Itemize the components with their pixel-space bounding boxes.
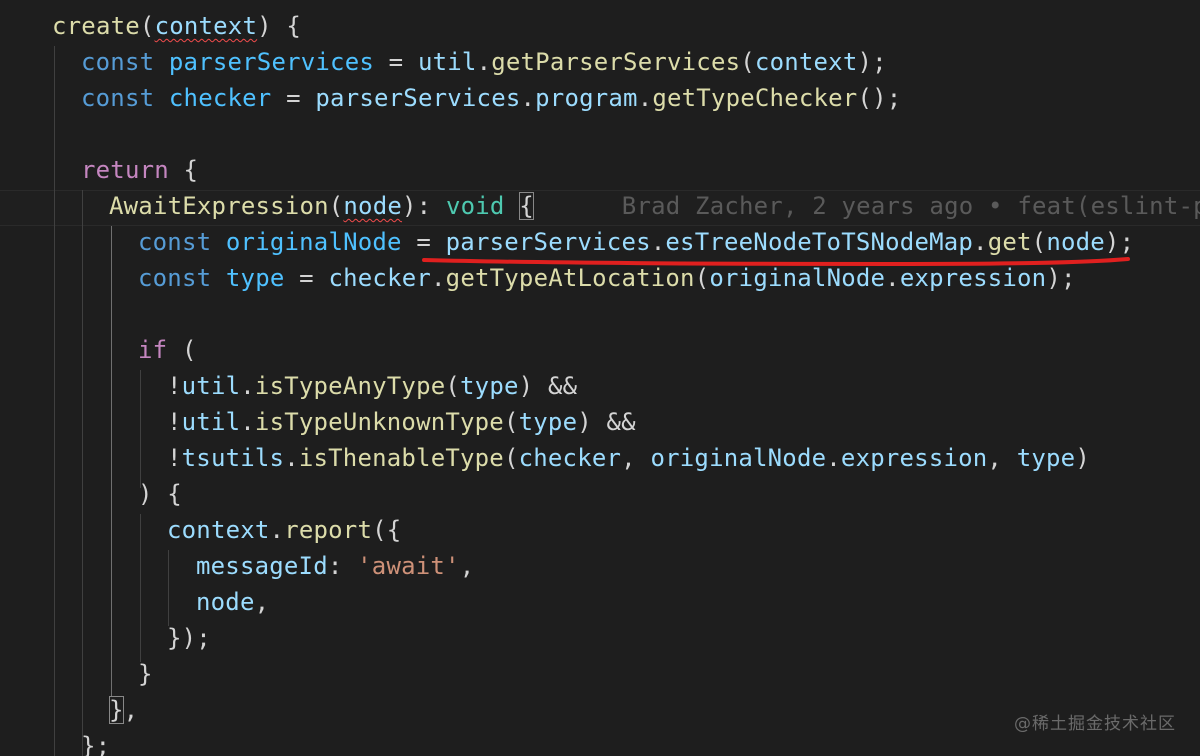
code-line-8[interactable]: const type = checker.getTypeAtLocation(o… (138, 260, 1076, 296)
token-param-error[interactable]: node (343, 192, 402, 220)
code-line-14[interactable]: ) { (138, 476, 182, 512)
token-variable: util (181, 408, 241, 436)
code-editor[interactable]: create(context) { const parserServices =… (0, 0, 1200, 756)
token-property: node (196, 588, 255, 616)
token-keyword: const (81, 84, 155, 112)
token-property: expression (899, 264, 1047, 292)
token-variable: parserServices (315, 84, 521, 112)
token-variable: originalNode (225, 228, 402, 256)
code-line-1[interactable]: create(context) { (52, 8, 301, 44)
token-variable: context (167, 516, 270, 544)
token-keyword-control: return (81, 156, 169, 184)
code-line-6[interactable]: AwaitExpression(node): void { Brad Zache… (109, 188, 1200, 224)
token-property: expression (840, 444, 988, 472)
indent-guide-active (111, 226, 112, 696)
code-line-18[interactable]: }); (167, 620, 211, 656)
token-function: get (987, 228, 1032, 256)
code-line-19[interactable]: } (138, 656, 153, 692)
code-line-12[interactable]: !util.isTypeUnknownType(type) && (167, 404, 636, 440)
code-line-13[interactable]: !tsutils.isThenableType(checker, origina… (167, 440, 1090, 476)
token-variable: checker (168, 84, 272, 112)
token-variable: parserServices (168, 48, 374, 76)
token-param-error[interactable]: context (155, 12, 258, 40)
code-line-10[interactable]: if ( (138, 332, 197, 368)
code-line-17[interactable]: node, (196, 584, 269, 620)
watermark: @稀土掘金技术社区 (1014, 714, 1176, 734)
token-variable: checker (328, 264, 432, 292)
code-line-5[interactable]: return { (81, 152, 198, 188)
token-variable: node (1046, 228, 1105, 256)
token-function: isTypeAnyType (254, 372, 446, 400)
token-keyword: const (138, 264, 212, 292)
token-property: program (535, 84, 638, 112)
token-variable: parserServices (445, 228, 651, 256)
token-variable: type (225, 264, 285, 292)
token-variable: type (460, 372, 519, 400)
code-line-21[interactable]: }; (81, 728, 110, 756)
bracket-match: { (519, 192, 534, 220)
bracket-match: } (109, 696, 124, 724)
code-line-15[interactable]: context.report({ (167, 512, 401, 548)
indent-guide (82, 190, 83, 756)
token-variable: type (1016, 444, 1076, 472)
code-line-3[interactable]: const checker = parserServices.program.g… (81, 80, 901, 116)
token-variable: util (417, 48, 477, 76)
token-property: messageId (196, 552, 328, 580)
code-line-11[interactable]: !util.isTypeAnyType(type) && (167, 368, 577, 404)
token-variable: originalNode (650, 444, 827, 472)
token-variable: type (518, 408, 578, 436)
indent-guide (168, 550, 169, 626)
indent-guide (140, 370, 141, 488)
token-keyword: const (138, 228, 212, 256)
token-function: AwaitExpression (109, 192, 329, 220)
code-line-2[interactable]: const parserServices = util.getParserSer… (81, 44, 887, 80)
token-function: getTypeAtLocation (445, 264, 695, 292)
token-type: void (445, 192, 505, 220)
indent-guide (140, 514, 141, 662)
token-variable: context (754, 48, 858, 76)
token-function: create (52, 12, 140, 40)
code-line-7[interactable]: const originalNode = parserServices.esTr… (138, 224, 1134, 260)
indent-guide (54, 46, 55, 756)
token-function: isTypeUnknownType (254, 408, 504, 436)
token-function: getTypeChecker (652, 84, 858, 112)
token-function: getParserServices (491, 48, 741, 76)
token-keyword-control: if (138, 336, 168, 364)
token-string: 'await' (357, 552, 460, 580)
token-variable: tsutils (181, 444, 285, 472)
token-variable: checker (518, 444, 622, 472)
code-line-16[interactable]: messageId: 'await', (196, 548, 474, 584)
token-variable: originalNode (709, 264, 886, 292)
token-variable: util (181, 372, 241, 400)
token-function: isThenableType (298, 444, 504, 472)
code-line-20[interactable]: }, (109, 692, 138, 728)
token-function: report (284, 516, 373, 544)
token-property: esTreeNodeToTSNodeMap (665, 228, 974, 256)
git-blame-annotation[interactable]: Brad Zacher, 2 years ago • feat(eslint-p… (622, 192, 1200, 220)
token-keyword: const (81, 48, 155, 76)
